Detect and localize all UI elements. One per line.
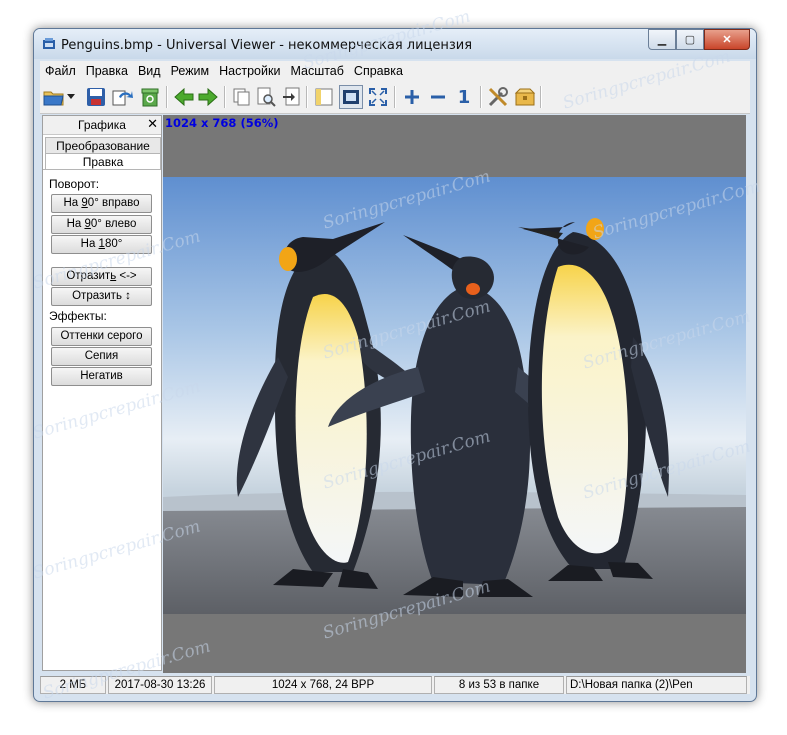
export-icon [283,87,300,106]
sepia-button[interactable]: Сепия [51,347,152,366]
close-icon: ✕ [722,34,732,46]
effects-label: Эффекты: [49,309,107,323]
dropdown-arrow-icon [67,94,75,99]
back-arrow-icon [174,88,194,106]
panel-close-icon[interactable]: ✕ [147,116,158,132]
grayscale-button[interactable]: Оттенки серого [51,327,152,346]
app-window: Penguins.bmp - Universal Viewer - некомм… [33,28,757,702]
next-file-button[interactable] [196,85,220,109]
options-button[interactable] [486,85,510,109]
status-file-size: 2 МБ [40,676,106,694]
package-icon [514,88,536,106]
open-dropdown-button[interactable] [65,85,77,109]
menu-settings[interactable]: Настройки [214,64,285,78]
menu-help[interactable]: Справка [349,64,408,78]
flip-horizontal-button[interactable]: Отразить <-> [51,267,152,286]
minimize-button[interactable]: ▁ [648,29,676,50]
graphics-panel: Графика ✕ Преобразование Правка Поворот:… [42,115,162,671]
tab-edit[interactable]: Правка [45,153,161,170]
menu-view[interactable]: Вид [133,64,166,78]
penguins-image [163,177,746,614]
window-title: Penguins.bmp - Universal Viewer - некомм… [61,38,473,53]
rotation-label: Поворот: [49,177,100,191]
maximize-button[interactable]: ▢ [676,29,704,50]
save-button[interactable] [84,85,108,109]
status-bar: 2 МБ 2017-08-30 13:26 1024 x 768, 24 BPP… [40,676,750,694]
tools-icon [488,87,508,107]
status-date: 2017-08-30 13:26 [108,676,212,694]
title-bar[interactable]: Penguins.bmp - Universal Viewer - некомм… [34,29,756,59]
close-button[interactable]: ✕ [704,29,750,50]
fullscreen-button[interactable] [366,85,390,109]
status-dimensions: 1024 x 768, 24 BPP [214,676,432,694]
zoom-in-icon [405,90,419,104]
reload-button[interactable] [110,85,134,109]
panel-header: Графика ✕ [43,116,161,135]
rotate-90-left-button[interactable]: На 90° влево [51,215,152,234]
fullscreen-icon [369,88,387,106]
image-info: 1024 x 768 (56%) [165,116,279,130]
zoom-out-icon [431,95,445,99]
panel-icon [315,88,333,106]
image-viewer[interactable]: 1024 x 768 (56%) [163,115,746,673]
export-button[interactable] [280,85,304,109]
fit-window-icon [343,90,359,104]
status-path: D:\Новая папка (2)\Pen [566,676,747,694]
negative-button[interactable]: Негатив [51,367,152,386]
rotate-180-button[interactable]: На 180° [51,235,152,254]
open-folder-icon [43,91,64,106]
delete-button[interactable] [138,85,162,109]
menu-bar: Файл Правка Вид Режим Настройки Масштаб … [40,61,750,81]
menu-scale[interactable]: Масштаб [285,64,348,78]
recycle-icon [141,88,159,107]
plugins-button[interactable] [513,85,537,109]
actual-size-icon: 1 [457,86,471,108]
tab-transform[interactable]: Преобразование [45,137,161,154]
refresh-icon [112,90,133,106]
rotate-90-right-button[interactable]: На 90° вправо [51,194,152,213]
forward-arrow-icon [198,88,218,106]
menu-mode[interactable]: Режим [166,64,215,78]
maximize-icon: ▢ [684,34,696,46]
copy-icon [233,88,250,106]
app-icon [43,38,55,49]
flip-vertical-button[interactable]: Отразить ↕ [51,287,152,306]
toolbar: 1 [40,81,750,114]
fit-window-button[interactable] [339,85,363,109]
previous-file-button[interactable] [172,85,196,109]
preview-icon [257,87,276,107]
zoom-in-button[interactable] [400,85,424,109]
open-button[interactable] [42,85,66,109]
menu-file[interactable]: Файл [40,64,81,78]
panel-toggle-button[interactable] [312,85,336,109]
print-preview-button[interactable] [254,85,278,109]
copy-button[interactable] [230,85,254,109]
minimize-icon: ▁ [657,34,667,46]
menu-edit[interactable]: Правка [81,64,133,78]
zoom-out-button[interactable] [426,85,450,109]
panel-title: Графика [78,118,126,132]
actual-size-button[interactable]: 1 [452,85,476,109]
status-position: 8 из 53 в папке [434,676,564,694]
save-icon [87,88,105,106]
